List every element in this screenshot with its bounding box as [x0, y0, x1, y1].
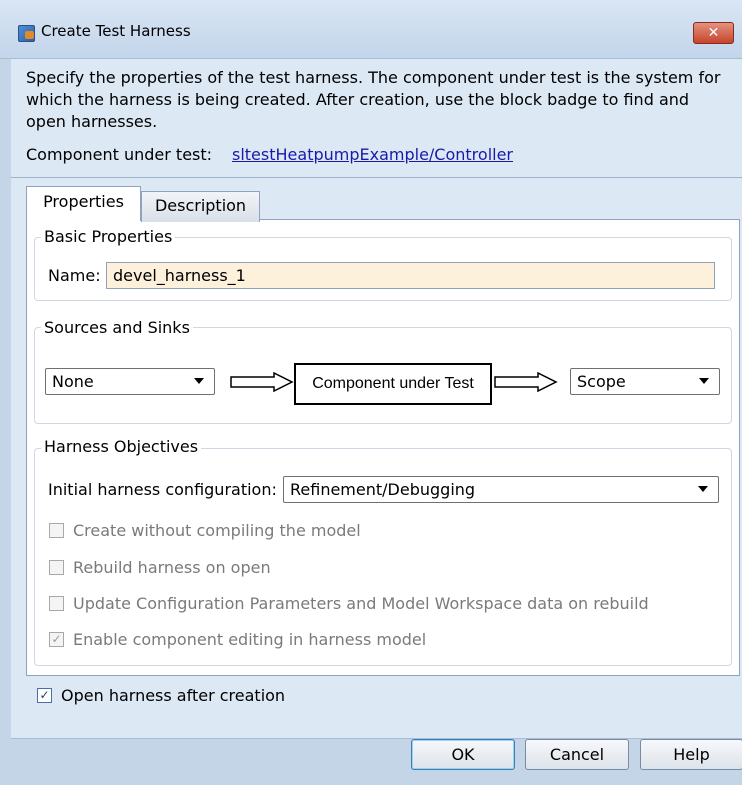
tab-properties[interactable]: Properties — [26, 186, 141, 221]
rebuild-on-open-label: Rebuild harness on open — [73, 558, 271, 577]
title-bar[interactable]: Create Test Harness ✕ — [0, 0, 742, 59]
chevron-down-icon — [698, 486, 708, 492]
header-description: Specify the properties of the test harne… — [26, 68, 721, 131]
create-without-compiling-checkbox[interactable] — [49, 523, 64, 538]
window-title: Create Test Harness — [41, 22, 191, 40]
sink-select[interactable]: Scope — [570, 368, 720, 395]
component-under-test-block: Component under Test — [294, 363, 492, 405]
chevron-down-icon — [699, 378, 709, 384]
open-harness-label: Open harness after creation — [61, 686, 286, 705]
right-arrow-icon — [230, 372, 294, 392]
tab-description[interactable]: Description — [141, 191, 260, 222]
source-select[interactable]: None — [45, 368, 215, 395]
update-config-params-label: Update Configuration Parameters and Mode… — [73, 594, 649, 613]
name-label: Name: — [48, 266, 101, 285]
basic-properties-title: Basic Properties — [41, 227, 176, 246]
chevron-down-icon — [194, 378, 204, 384]
enable-component-editing-label: Enable component editing in harness mode… — [73, 630, 427, 649]
harness-objectives-title: Harness Objectives — [41, 437, 202, 456]
ok-button[interactable]: OK — [411, 739, 515, 770]
sink-select-value: Scope — [577, 372, 626, 391]
component-under-test-link[interactable]: sltestHeatpumpExample/Controller — [232, 145, 513, 164]
right-arrow-icon — [494, 372, 558, 392]
enable-component-editing-checkbox[interactable]: ✓ — [49, 632, 64, 647]
name-input[interactable]: devel_harness_1 — [106, 262, 715, 289]
initial-config-select[interactable]: Refinement/Debugging — [283, 476, 719, 503]
app-icon — [18, 25, 35, 42]
rebuild-on-open-checkbox[interactable] — [49, 560, 64, 575]
component-under-test-label: Component under test: — [26, 145, 213, 164]
create-test-harness-dialog: Create Test Harness ✕ Specify the proper… — [0, 0, 742, 785]
open-harness-checkbox[interactable]: ✓ — [37, 688, 52, 703]
create-without-compiling-label: Create without compiling the model — [73, 521, 361, 540]
initial-config-label: Initial harness configuration: — [48, 480, 277, 499]
update-config-params-checkbox[interactable] — [49, 596, 64, 611]
source-select-value: None — [52, 372, 94, 391]
close-button[interactable]: ✕ — [693, 22, 734, 44]
sources-sinks-title: Sources and Sinks — [41, 318, 193, 337]
initial-config-value: Refinement/Debugging — [290, 480, 476, 499]
help-button[interactable]: Help — [640, 739, 742, 770]
cancel-button[interactable]: Cancel — [525, 739, 629, 770]
footer-divider — [11, 738, 742, 739]
